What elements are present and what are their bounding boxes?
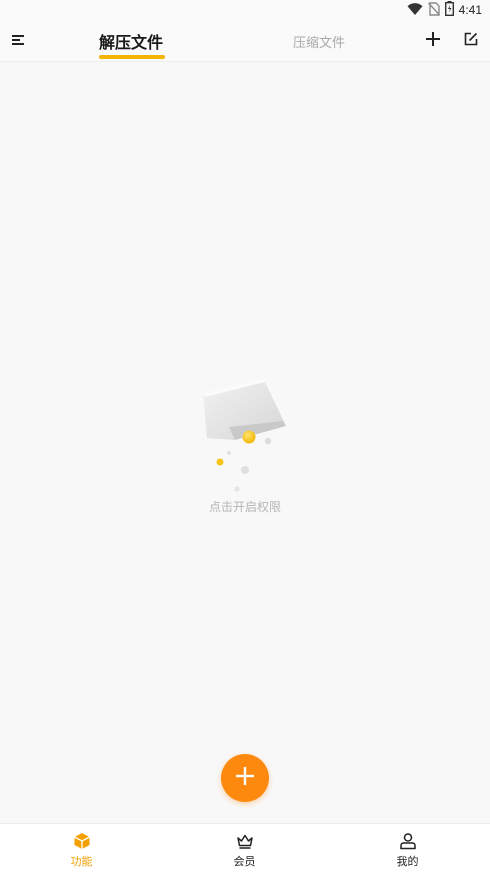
nav-label-mine: 我的 xyxy=(396,855,419,868)
top-app-bar: 解压文件 压缩文件 xyxy=(0,20,490,62)
user-icon xyxy=(399,832,417,850)
battery-icon xyxy=(444,0,454,20)
nav-item-vip[interactable]: 会员 xyxy=(163,824,326,872)
tab-compress[interactable]: 压缩文件 xyxy=(293,32,345,51)
menu-icon xyxy=(12,31,26,50)
main-content: 点击开启权限 xyxy=(0,63,490,823)
nav-item-mine[interactable]: 我的 xyxy=(326,824,489,872)
status-bar: 4:41 xyxy=(0,0,490,20)
status-icons: 4:41 xyxy=(407,0,482,20)
active-tab-indicator xyxy=(99,55,165,59)
box-icon xyxy=(73,832,91,850)
edit-icon xyxy=(464,31,478,50)
bottom-navigation: 功能 会员 我的 xyxy=(0,823,490,872)
empty-state-illustration xyxy=(195,373,295,495)
tab-extract[interactable]: 解压文件 xyxy=(99,29,163,53)
crown-icon xyxy=(236,832,254,850)
wifi-icon xyxy=(407,1,423,20)
add-icon xyxy=(426,31,440,50)
add-fab[interactable] xyxy=(221,754,269,802)
nav-label-functions: 功能 xyxy=(70,855,93,868)
nav-label-vip: 会员 xyxy=(233,855,256,868)
plus-icon xyxy=(235,766,255,790)
add-button[interactable] xyxy=(421,28,445,52)
status-time: 4:41 xyxy=(458,3,482,17)
permission-hint[interactable]: 点击开启权限 xyxy=(0,498,490,515)
nav-item-functions[interactable]: 功能 xyxy=(0,824,163,872)
edit-button[interactable] xyxy=(459,28,483,52)
menu-button[interactable] xyxy=(7,28,31,52)
no-sim-icon xyxy=(427,1,440,20)
